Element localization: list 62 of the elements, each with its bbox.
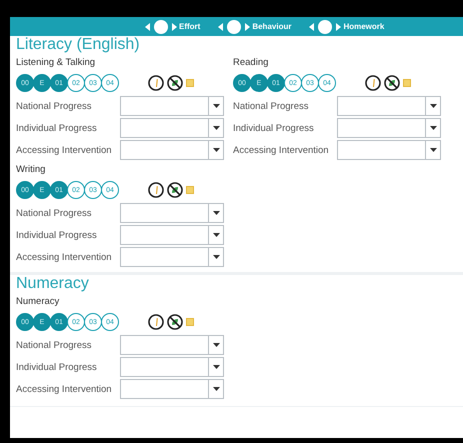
caret-icon [212,211,220,215]
caret-icon [212,148,220,152]
right-arrow-icon[interactable] [336,22,342,30]
right-arrow-icon[interactable] [172,22,177,30]
subject-name: Numeracy [16,295,60,308]
left-arrow-icon[interactable] [145,22,150,30]
dropdown[interactable] [120,335,224,355]
pencil-clock-icon[interactable] [365,75,381,91]
pencil-clock-icon[interactable] [148,314,164,330]
field-label: National Progress [16,340,93,350]
right-arrow-icon[interactable] [245,22,250,30]
caret-icon [212,365,220,369]
slider-label: Behaviour [252,22,292,31]
caret-icon [212,387,220,391]
slider-label: Homework [343,22,384,31]
subject-name: Reading [233,56,270,69]
pencil-clock-icon[interactable] [148,182,164,198]
caret-icon [430,148,436,152]
dropdown[interactable] [120,379,224,399]
field-label: Accessing Intervention [16,384,113,394]
prohibited-leaf-icon[interactable] [384,75,400,91]
field-label: National Progress [16,100,93,112]
subject-name: Writing [16,163,46,176]
pencil-clock-icon[interactable] [148,75,164,91]
round-knob[interactable] [154,20,168,34]
left-arrow-icon[interactable] [218,22,224,30]
dropdown[interactable] [120,247,224,267]
prohibited-leaf-icon[interactable] [167,314,183,330]
round-knob[interactable] [227,20,242,34]
caret-icon [212,233,220,237]
dropdown[interactable] [337,96,441,116]
caret-icon [212,255,220,259]
field-label: Individual Progress [233,122,315,134]
section-title: Literacy (English) [16,36,140,53]
field-label: Accessing Intervention [233,144,330,156]
prohibited-leaf-icon[interactable] [167,75,183,91]
subject-name: Listening & Talking [16,56,96,69]
prohibited-leaf-icon[interactable] [167,182,183,198]
field-label: Individual Progress [16,122,98,134]
caret-icon [430,126,436,130]
dropdown[interactable] [120,203,224,223]
dropdown[interactable] [120,118,224,138]
dropdown[interactable] [337,118,441,138]
caret-icon [212,343,220,347]
field-label: Individual Progress [16,230,98,240]
field-label: Individual Progress [16,362,98,372]
dropdown[interactable] [337,140,441,160]
field-label: National Progress [16,208,93,218]
slider-label: Effort [179,22,200,31]
round-knob[interactable] [318,20,332,34]
left-arrow-icon[interactable] [309,22,314,30]
dropdown[interactable] [120,140,224,160]
field-label: National Progress [233,100,310,112]
caret-icon [212,104,220,108]
dropdown[interactable] [120,357,224,377]
section-title: Numeracy [16,275,89,292]
dropdown[interactable] [120,225,224,245]
caret-icon [430,104,436,108]
field-label: Accessing Intervention [16,252,113,262]
caret-icon [212,126,220,130]
dropdown[interactable] [120,96,224,116]
field-label: Accessing Intervention [16,144,113,156]
